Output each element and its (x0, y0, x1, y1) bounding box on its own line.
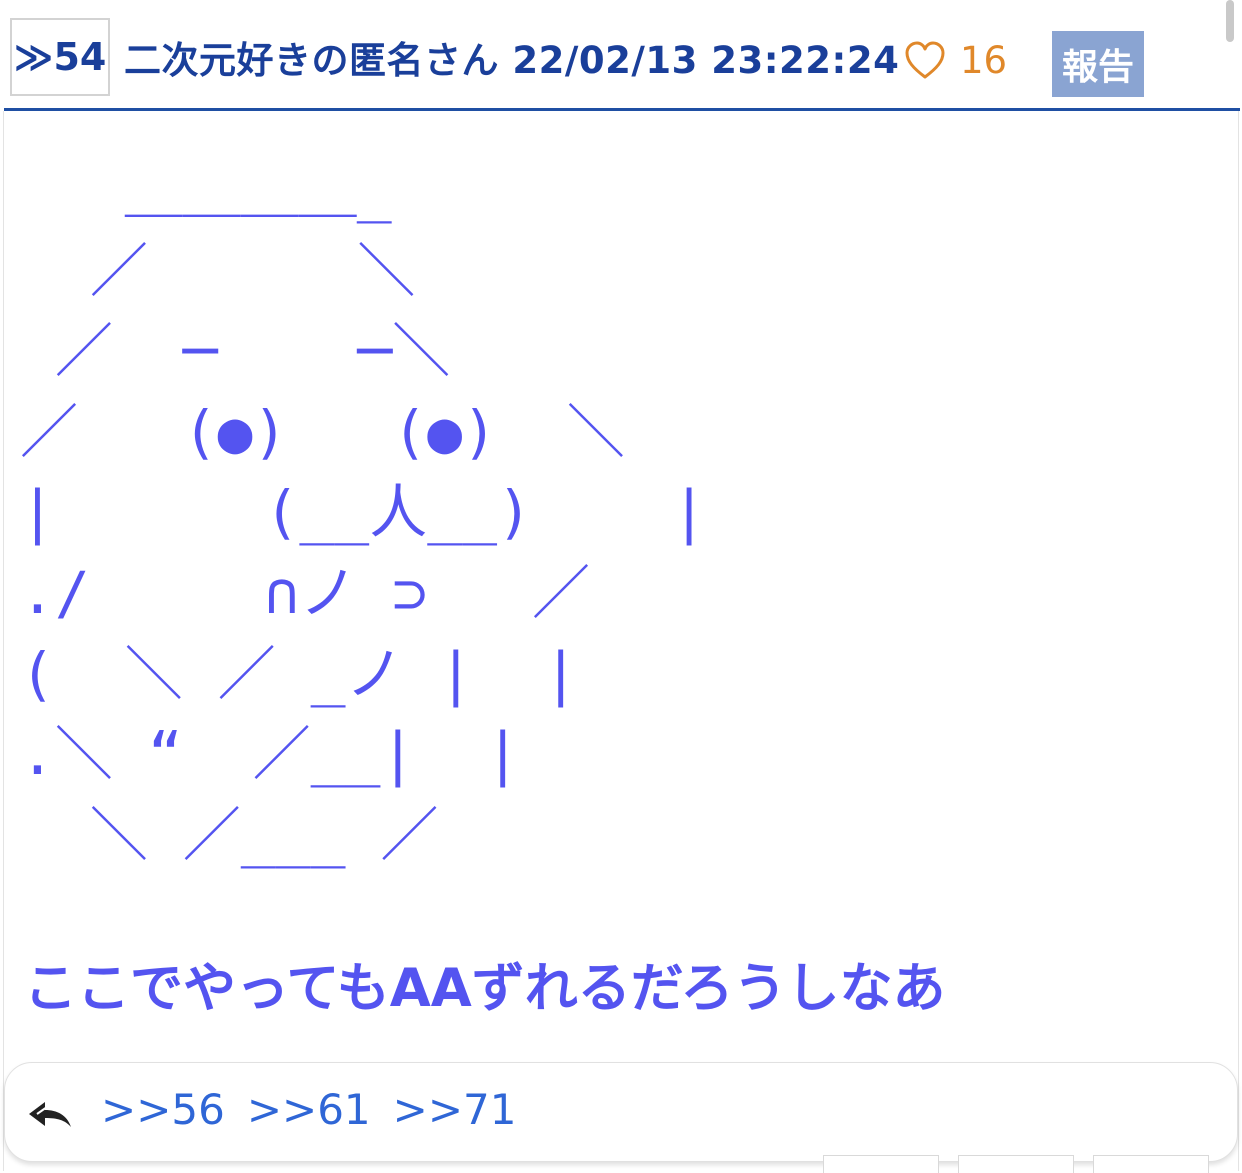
post-right-border (1238, 111, 1239, 1171)
reply-anchor-56[interactable]: >>56 (101, 1085, 225, 1134)
bottom-tab-2[interactable] (958, 1155, 1074, 1173)
author-and-date: 二次元好きの匿名さん 22/02/13 23:22:24 (124, 39, 900, 82)
post-header: ≫54 二次元好きの匿名さん 22/02/13 23:22:24 16 報告 (0, 0, 1242, 112)
heart-icon (905, 41, 945, 79)
header-divider (4, 108, 1240, 111)
bottom-tab-3[interactable] (1093, 1155, 1209, 1173)
ascii-art: ＿＿＿＿_ ／ ＼ ／ ─ ─＼ ／ (●) (●) ＼ | (__人__) |… (20, 156, 707, 869)
reply-icon[interactable] (27, 1099, 73, 1131)
reply-anchors: >>56 >>61 >>71 (101, 1085, 538, 1134)
post-footer: >>56 >>61 >>71 (4, 1062, 1238, 1162)
post-left-border (3, 111, 4, 1171)
post-comment: ここでやってもAAずれるだろうしなあ (24, 958, 946, 1019)
like-count: 16 (960, 38, 1008, 82)
reply-anchor-71[interactable]: >>71 (393, 1085, 517, 1134)
reply-anchor-61[interactable]: >>61 (247, 1085, 371, 1134)
bottom-tab-1[interactable] (823, 1155, 939, 1173)
post-number-button[interactable]: ≫54 (10, 18, 110, 96)
report-button[interactable]: 報告 (1052, 31, 1144, 97)
like-button[interactable]: 16 (904, 36, 1007, 84)
